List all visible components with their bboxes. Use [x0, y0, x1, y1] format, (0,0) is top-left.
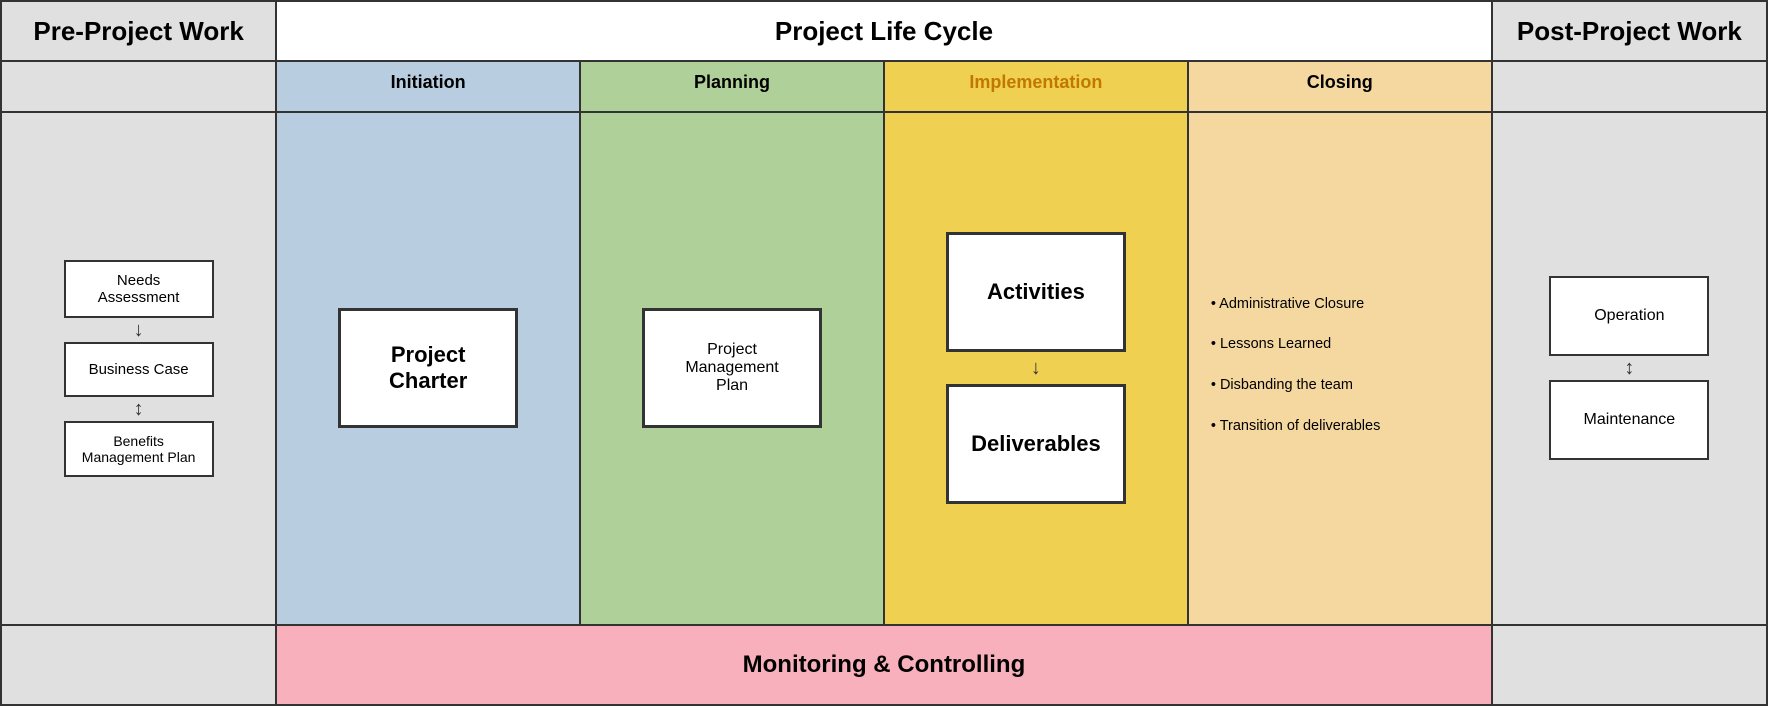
initiation-header: Initiation: [276, 61, 580, 111]
project-charter-label: Project Charter: [366, 342, 490, 394]
operation-label: Operation: [1594, 307, 1664, 325]
arrow-down-1: ↓: [134, 320, 144, 340]
implementation-flow: Activities ↓ Deliverables: [895, 123, 1177, 614]
benefits-plan-box: Benefits Management Plan: [64, 421, 214, 477]
project-mgmt-plan-label: Project Management Plan: [670, 341, 794, 395]
planning-content: Project Management Plan: [580, 112, 884, 625]
pre-project-phase-header: [1, 61, 276, 111]
closing-items: • Administrative Closure • Lessons Learn…: [1199, 277, 1481, 460]
closing-item-3: • Disbanding the team: [1211, 373, 1469, 398]
lifecycle-header: Project Life Cycle: [276, 1, 1492, 61]
operation-box: Operation: [1549, 276, 1709, 356]
closing-header: Closing: [1188, 61, 1492, 111]
closing-item-1: • Administrative Closure: [1211, 292, 1469, 317]
pre-project-content: Needs Assessment ↓ Business Case ↕ Benef…: [1, 112, 276, 625]
monitoring-pre-cell: [1, 625, 276, 705]
planning-label: Planning: [694, 72, 770, 92]
closing-content: • Administrative Closure • Lessons Learn…: [1188, 112, 1492, 625]
post-project-flow: Operation ↕ Maintenance: [1503, 123, 1756, 614]
business-case-label: Business Case: [89, 361, 189, 378]
needs-assessment-box: Needs Assessment: [64, 260, 214, 318]
planning-flow: Project Management Plan: [591, 123, 873, 614]
pre-project-header: Pre-Project Work: [1, 1, 276, 61]
initiation-flow: Project Charter: [287, 123, 569, 614]
maintenance-label: Maintenance: [1584, 411, 1676, 429]
project-mgmt-plan-box: Project Management Plan: [642, 308, 822, 428]
post-project-phase-header: [1492, 61, 1767, 111]
arrow-bi-1: ↕: [134, 399, 144, 419]
closing-item-1-label: Administrative Closure: [1219, 296, 1364, 312]
implementation-content: Activities ↓ Deliverables: [884, 112, 1188, 625]
monitoring-label: Monitoring & Controlling: [743, 651, 1026, 678]
maintenance-box: Maintenance: [1549, 380, 1709, 460]
closing-item-2-label: Lessons Learned: [1220, 336, 1331, 352]
pre-project-flow: Needs Assessment ↓ Business Case ↕ Benef…: [12, 123, 265, 614]
activities-box: Activities: [946, 232, 1126, 352]
post-project-content: Operation ↕ Maintenance: [1492, 112, 1767, 625]
monitoring-cell: Monitoring & Controlling: [276, 625, 1492, 705]
arrow-down-impl: ↓: [1031, 358, 1041, 378]
deliverables-box: Deliverables: [946, 384, 1126, 504]
project-charter-box: Project Charter: [338, 308, 518, 428]
monitoring-post-cell: [1492, 625, 1767, 705]
benefits-plan-label: Benefits Management Plan: [78, 433, 200, 465]
closing-item-4-label: Transition of deliverables: [1220, 418, 1381, 434]
business-case-box: Business Case: [64, 342, 214, 397]
activities-label: Activities: [987, 279, 1085, 305]
closing-item-2: • Lessons Learned: [1211, 332, 1469, 357]
post-project-title: Post-Project Work: [1517, 16, 1742, 46]
implementation-header: Implementation: [884, 61, 1188, 111]
initiation-content: Project Charter: [276, 112, 580, 625]
post-project-header: Post-Project Work: [1492, 1, 1767, 61]
planning-header: Planning: [580, 61, 884, 111]
main-diagram: Pre-Project Work Project Life Cycle Post…: [0, 0, 1768, 706]
pre-project-title: Pre-Project Work: [33, 16, 243, 46]
deliverables-label: Deliverables: [971, 431, 1101, 457]
arrow-bi-post: ↕: [1624, 358, 1634, 378]
needs-assessment-label: Needs Assessment: [78, 272, 200, 306]
implementation-label: Implementation: [969, 72, 1102, 92]
closing-item-4: • Transition of deliverables: [1211, 414, 1469, 439]
closing-item-3-label: Disbanding the team: [1220, 377, 1353, 393]
initiation-label: Initiation: [391, 72, 466, 92]
closing-label: Closing: [1307, 72, 1373, 92]
lifecycle-title: Project Life Cycle: [775, 16, 993, 46]
